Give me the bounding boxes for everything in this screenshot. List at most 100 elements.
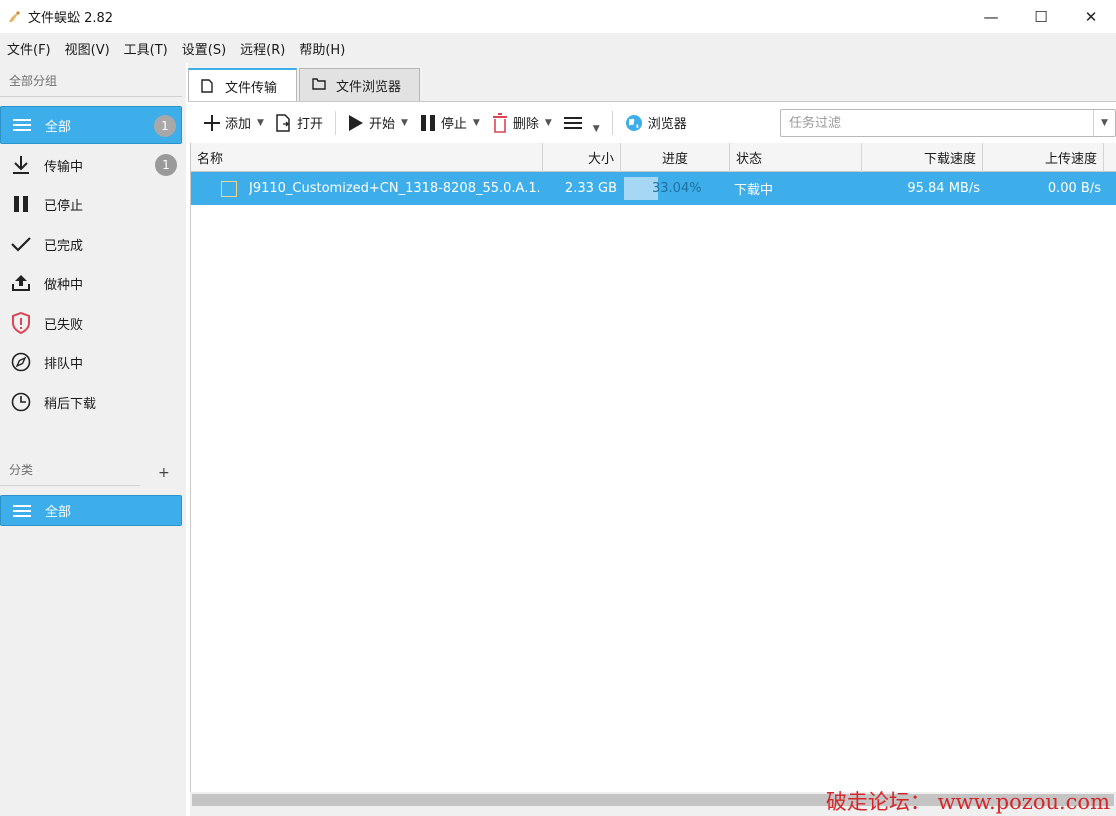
sidebar-item-label: 已完成 xyxy=(44,238,84,254)
menu-settings[interactable]: 设置(S) xyxy=(175,39,233,58)
title-bar: 文件蜈蚣 2.82 — ☐ ✕ xyxy=(0,0,1116,33)
watermark: 破走论坛： www.pozou.com xyxy=(825,790,1110,814)
chevron-down-icon[interactable]: ▼ xyxy=(593,124,600,134)
tab-file-transfer[interactable]: 文件传输 xyxy=(188,68,297,102)
more-menu-button[interactable]: ▼ xyxy=(558,108,606,138)
sidebar-item-label: 已停止 xyxy=(44,198,84,214)
list-icon xyxy=(11,500,33,522)
delete-button[interactable]: 删除 ▼ xyxy=(486,108,558,138)
menu-remote[interactable]: 远程(R) xyxy=(233,39,292,58)
column-upload-speed[interactable]: 上传速度 xyxy=(983,143,1104,172)
sidebar-item-failed[interactable]: 已失败 xyxy=(0,304,182,342)
add-category-button[interactable]: + xyxy=(158,465,170,481)
globe-icon xyxy=(625,114,643,132)
start-label: 开始 xyxy=(368,117,395,132)
file-icon xyxy=(201,79,215,93)
row-name: J9110_Customized+CN_1318-8208_55.0.A.1..… xyxy=(249,181,539,196)
play-icon xyxy=(348,114,364,132)
minimize-button[interactable]: — xyxy=(966,0,1016,33)
checkmark-icon xyxy=(10,233,32,255)
column-name[interactable]: 名称 xyxy=(191,143,543,172)
table-header: 名称 大小 进度 状态 下载速度 上传速度 xyxy=(191,143,1116,172)
folder-icon xyxy=(312,78,326,92)
menu-tools[interactable]: 工具(T) xyxy=(117,39,175,58)
column-download-speed[interactable]: 下载速度 xyxy=(862,143,983,172)
table-row[interactable]: J9110_Customized+CN_1318-8208_55.0.A.1..… xyxy=(191,172,1116,205)
row-size: 2.33 GB xyxy=(564,181,617,196)
chevron-down-icon[interactable]: ▼ xyxy=(257,118,264,128)
browser-label: 浏览器 xyxy=(647,117,687,132)
progress-bar: 33.04% xyxy=(624,177,728,200)
sidebar-item-label: 排队中 xyxy=(44,356,84,372)
open-button[interactable]: 打开 xyxy=(270,108,329,138)
add-button[interactable]: 添加 ▼ xyxy=(198,108,270,138)
task-filter-input[interactable] xyxy=(781,110,1093,136)
file-icon xyxy=(221,181,237,197)
sidebar-item-label: 做种中 xyxy=(44,277,84,293)
sidebar-item-completed[interactable]: 已完成 xyxy=(0,225,182,263)
list-icon xyxy=(11,114,33,136)
category-item-label: 全部 xyxy=(45,505,72,520)
toolbar-divider xyxy=(334,110,336,135)
count-badge: 1 xyxy=(154,115,176,137)
stop-button[interactable]: 停止 ▼ xyxy=(414,108,486,138)
tab-file-browser[interactable]: 文件浏览器 xyxy=(299,68,420,101)
sidebar-item-label: 全部 xyxy=(45,119,72,135)
category-label: 分类 xyxy=(9,463,34,477)
tab-label: 文件传输 xyxy=(225,80,278,96)
menu-bar: 文件(F) 视图(V) 工具(T) 设置(S) 远程(R) 帮助(H) xyxy=(0,33,1116,63)
browser-button[interactable]: 浏览器 xyxy=(619,108,693,138)
hamburger-icon xyxy=(563,115,582,131)
add-label: 添加 xyxy=(225,117,252,132)
chevron-down-icon[interactable]: ▼ xyxy=(1093,110,1115,136)
stop-label: 停止 xyxy=(440,117,467,132)
upload-icon xyxy=(10,272,32,294)
chevron-down-icon[interactable]: ▼ xyxy=(401,118,408,128)
pause-icon xyxy=(10,193,32,215)
sidebar-item-label: 已失败 xyxy=(44,317,84,333)
error-shield-icon xyxy=(10,312,32,334)
compass-icon xyxy=(10,351,32,373)
plus-icon xyxy=(204,114,220,131)
groups-divider xyxy=(0,96,182,97)
tab-label: 文件浏览器 xyxy=(336,79,402,95)
row-upload-speed: 0.00 B/s xyxy=(1047,181,1101,196)
sidebar-item-all[interactable]: 全部 1 xyxy=(0,106,182,144)
app-logo-icon xyxy=(6,9,22,25)
transfer-table: 名称 大小 进度 状态 下载速度 上传速度 J9110_Customized+C… xyxy=(190,143,1116,792)
menu-file[interactable]: 文件(F) xyxy=(0,39,58,58)
chevron-down-icon[interactable]: ▼ xyxy=(545,118,552,128)
chevron-down-icon[interactable]: ▼ xyxy=(473,118,480,128)
menu-view[interactable]: 视图(V) xyxy=(58,39,117,58)
category-divider xyxy=(0,485,140,486)
close-button[interactable]: ✕ xyxy=(1066,0,1116,33)
sidebar-item-transferring[interactable]: 传输中 1 xyxy=(0,146,182,184)
sidebar-item-stopped[interactable]: 已停止 xyxy=(0,185,182,223)
download-arrow-icon xyxy=(10,154,32,176)
toolbar: 添加 ▼ 打开 开始 ▼ 停止 ▼ 删除 ▼ ▼ 浏览器 任务过滤 ▼ xyxy=(188,101,1116,143)
progress-text: 33.04% xyxy=(652,181,702,196)
delete-label: 删除 xyxy=(512,117,539,132)
row-status: 下载中 xyxy=(734,183,774,198)
trash-icon xyxy=(492,112,508,133)
maximize-button[interactable]: ☐ xyxy=(1016,0,1066,33)
sidebar-item-queued[interactable]: 排队中 xyxy=(0,343,182,381)
open-file-icon xyxy=(276,113,292,132)
sidebar-item-later[interactable]: 稍后下载 xyxy=(0,383,182,421)
toolbar-divider xyxy=(611,110,613,135)
pause-icon xyxy=(420,114,436,132)
count-badge: 1 xyxy=(155,154,177,176)
sidebar-item-label: 传输中 xyxy=(44,159,84,175)
column-status[interactable]: 状态 xyxy=(730,143,862,172)
start-button[interactable]: 开始 ▼ xyxy=(342,108,414,138)
column-progress[interactable]: 进度 xyxy=(621,143,730,172)
tab-bar: 文件传输 文件浏览器 xyxy=(188,63,1116,102)
groups-label: 全部分组 xyxy=(9,74,58,88)
column-size[interactable]: 大小 xyxy=(543,143,621,172)
menu-help[interactable]: 帮助(H) xyxy=(292,39,352,58)
open-label: 打开 xyxy=(296,117,323,132)
sidebar-item-seeding[interactable]: 做种中 xyxy=(0,264,182,302)
window-title: 文件蜈蚣 2.82 xyxy=(28,11,114,26)
category-item-all[interactable]: 全部 xyxy=(0,495,182,526)
clock-icon xyxy=(10,391,32,413)
